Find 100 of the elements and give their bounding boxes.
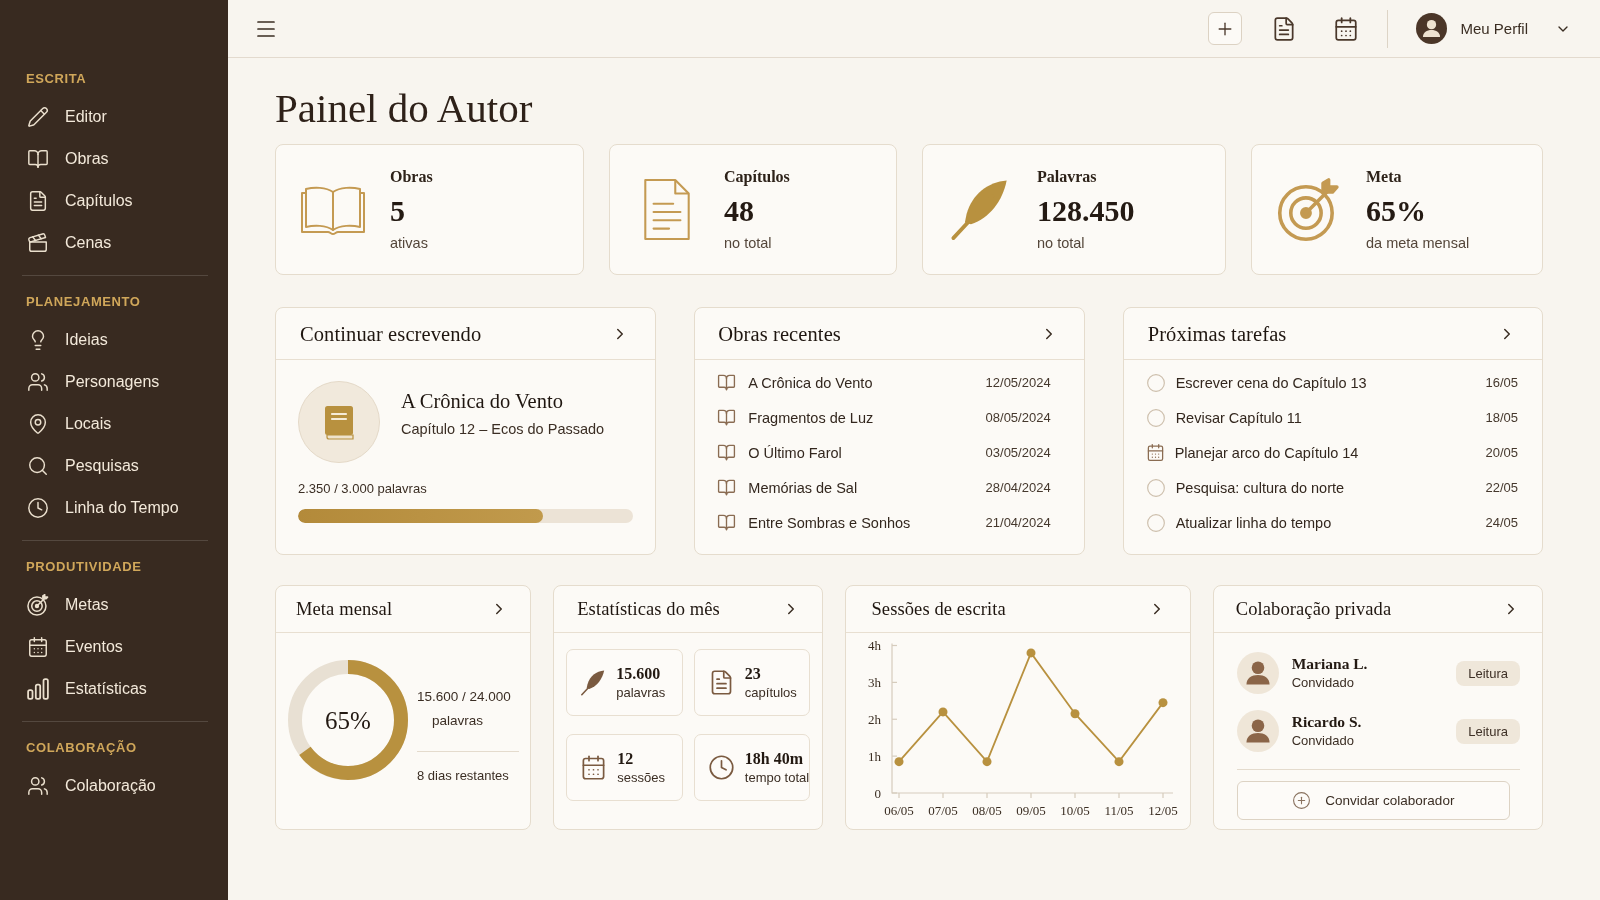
member-name: Ricardo S. <box>1291 712 1362 732</box>
task-text: Escrever cena do Capítulo 13 <box>1175 374 1367 391</box>
card-title: Continuar escrevendo <box>300 321 482 347</box>
chart-point <box>1158 698 1168 708</box>
work-date: 28/04/2024 <box>985 480 1051 495</box>
member-name: Mariana L. <box>1291 654 1368 674</box>
card-title: Próximas tarefas <box>1147 321 1287 347</box>
nav-item[interactable]: Eventos <box>0 626 228 668</box>
clock-icon <box>707 754 735 781</box>
document-icon <box>643 178 691 241</box>
chart-point <box>894 757 904 767</box>
work-name: Memórias de Sal <box>748 479 858 496</box>
checkbox-icon[interactable] <box>1145 477 1166 498</box>
checkbox-icon[interactable] <box>1145 407 1166 428</box>
axis-label: 10/05 <box>1060 803 1091 818</box>
goal-remaining: 8 dias restantes <box>417 767 509 785</box>
add-button[interactable] <box>1208 12 1243 45</box>
axis-label: 07/05 <box>928 803 959 818</box>
people-icon <box>27 371 49 393</box>
nav-item[interactable]: Obras <box>0 138 228 180</box>
tile-value: 18h 40m <box>744 748 804 769</box>
stat-caption: no total <box>724 233 772 253</box>
task-text: Pesquisa: cultura do norte <box>1175 479 1345 496</box>
stat-value: 65% <box>1366 192 1426 229</box>
work-name: Fragmentos de Luz <box>748 409 874 426</box>
tile-label: sessões <box>617 768 665 787</box>
target-icon <box>1277 177 1341 242</box>
stat-value: 48 <box>724 192 754 229</box>
axis-label: 11/05 <box>1104 803 1134 818</box>
nav-item[interactable]: Cenas <box>0 222 228 264</box>
card-title: Meta mensal <box>296 598 393 621</box>
nav-item[interactable]: Metas <box>0 584 228 626</box>
nav-item[interactable]: Colaboração <box>0 765 228 807</box>
nav-item[interactable]: Editor <box>0 96 228 138</box>
stat-label: Capítulos <box>724 166 790 187</box>
nav-item[interactable]: Locais <box>0 403 228 445</box>
avatar-icon <box>1236 652 1279 694</box>
stat-label: Palavras <box>1037 166 1097 187</box>
nav-item[interactable]: Personagens <box>0 361 228 403</box>
tile-label: tempo total <box>744 768 810 787</box>
tile-value: 15.600 <box>616 663 661 684</box>
section-label: COLABORAÇÃO <box>26 739 137 757</box>
axis-label: 09/05 <box>1016 803 1047 818</box>
map-pin-icon <box>27 413 49 435</box>
goal-unit: palavras <box>432 712 484 730</box>
nav-item[interactable]: Pesquisas <box>0 445 228 487</box>
tile-label: capítulos <box>744 683 797 702</box>
card-title: Sessões de escrita <box>871 598 1006 621</box>
chart-point <box>1114 757 1124 767</box>
tile-value: 12 <box>617 748 634 769</box>
access-badge: Leitura <box>1456 718 1520 744</box>
nav-item[interactable]: Estatísticas <box>0 668 228 710</box>
checkbox-icon[interactable] <box>1145 512 1166 533</box>
chart-point <box>1070 709 1080 719</box>
feather-icon <box>580 669 607 696</box>
axis-label: 2h <box>868 711 882 727</box>
profile-button[interactable]: Meu Perfil <box>1416 13 1571 44</box>
chart-point <box>982 757 992 767</box>
task-date: 22/05 <box>1485 480 1518 495</box>
stat-caption: ativas <box>390 233 428 253</box>
member-role: Convidado <box>1291 674 1354 692</box>
stat-caption: no total <box>1037 233 1085 253</box>
checkbox-icon[interactable] <box>1145 372 1166 393</box>
section-label: PLANEJAMENTO <box>26 293 141 311</box>
work-name: O Último Farol <box>748 444 842 461</box>
axis-label: 3h <box>868 674 882 690</box>
member-role: Convidado <box>1291 732 1354 750</box>
tile-label: palavras <box>616 683 666 702</box>
stat-value: 5 <box>390 192 405 229</box>
calendar-icon <box>1145 443 1165 462</box>
nav-item[interactable]: Capítulos <box>0 180 228 222</box>
target-icon <box>27 594 49 616</box>
task-text: Revisar Capítulo 11 <box>1175 409 1302 426</box>
axis-label: 0 <box>874 785 882 801</box>
book-icon <box>717 408 737 427</box>
work-name: A Crônica do Vento <box>748 374 873 391</box>
nav-item[interactable]: Linha do Tempo <box>0 487 228 529</box>
book-icon <box>298 381 380 463</box>
access-badge: Leitura <box>1456 660 1520 686</box>
book-icon <box>717 513 737 532</box>
book-icon <box>27 148 49 170</box>
axis-label: 1h <box>868 748 882 764</box>
nav-item[interactable]: Ideias <box>0 319 228 361</box>
axis-label: 12/05 <box>1148 803 1179 818</box>
avatar-icon <box>1236 710 1279 752</box>
document-icon <box>27 190 49 212</box>
book-icon <box>717 443 737 462</box>
axis-label: 4h <box>868 639 882 653</box>
plus-circle-icon <box>1292 791 1312 810</box>
calendar-icon <box>27 636 49 658</box>
work-date: 12/05/2024 <box>985 375 1051 390</box>
goal-percent: 65% <box>325 707 371 734</box>
task-date: 18/05 <box>1485 410 1518 425</box>
stat-label: Meta <box>1366 166 1402 187</box>
task-text: Atualizar linha do tempo <box>1175 514 1332 531</box>
work-name: Entre Sombras e Sonhos <box>748 514 911 531</box>
invite-button[interactable]: Convidar colaborador <box>1236 781 1510 820</box>
axis-label: 08/05 <box>972 803 1003 818</box>
clock-icon <box>27 497 49 519</box>
goal-words: 15.600 / 24.000 <box>417 688 511 706</box>
